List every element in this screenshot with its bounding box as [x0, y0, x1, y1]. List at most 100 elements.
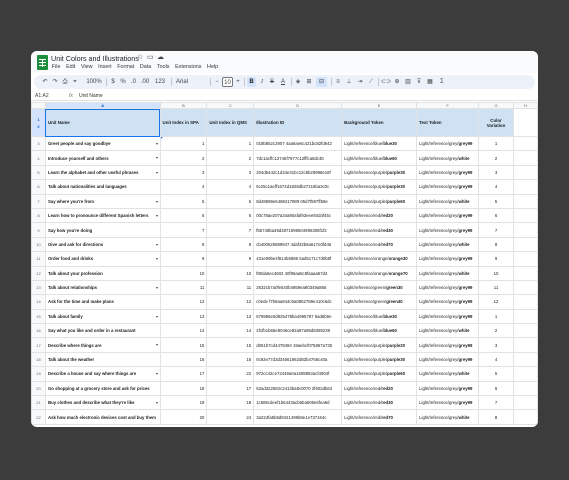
cell-illustration-id[interactable]: f55748ba49d4871999504996308f1f2	[253, 222, 343, 238]
row-header[interactable]: 12	[31, 265, 46, 281]
cell-background-token[interactable]: Light/reference/purple/purple30	[341, 164, 418, 181]
empty-cell[interactable]	[513, 380, 538, 397]
cell-text-token[interactable]: Light/reference/grey/white	[416, 265, 480, 281]
header-cell-text-token[interactable]: Text Token	[416, 108, 480, 137]
cell-background-token[interactable]: Light/reference/blue/blue60	[341, 150, 418, 166]
sheets-logo-icon[interactable]	[37, 55, 48, 70]
borders-icon[interactable]: ⊞	[305, 77, 313, 87]
cell-unit-name[interactable]: Describe where things are	[44, 337, 161, 353]
cell-text-token[interactable]: Light/reference/grey/grey99	[416, 207, 480, 224]
cell-illustration-id[interactable]: c0ede f7b9aa844c9a0862788e410c6dc	[253, 294, 343, 310]
header-cell-unit-index-spa[interactable]: Unit Index in SPA	[159, 108, 208, 137]
cell-background-token[interactable]: Light/reference/blue/blue60	[341, 323, 418, 339]
cell-unit-index-spa[interactable]: 5	[159, 193, 208, 209]
row-header[interactable]: 19	[31, 366, 46, 382]
cell-background-token[interactable]: Light/reference/orange/orange30	[341, 251, 418, 267]
cell-text-token[interactable]: Light/reference/grey/white	[416, 366, 480, 382]
cell-text-token[interactable]: Light/reference/grey/grey99	[416, 179, 480, 195]
row-header[interactable]: 6	[31, 179, 46, 195]
empty-cell[interactable]	[513, 251, 538, 267]
cell-color-variation[interactable]: 6	[478, 207, 514, 224]
cell-unit-index-qms[interactable]: 9	[206, 251, 255, 267]
cell-unit-index-spa[interactable]: 13	[159, 308, 208, 325]
cell-unit-index-spa[interactable]: 6	[159, 207, 208, 224]
cell-unit-index-qms[interactable]: 22	[206, 366, 255, 382]
cell-color-variation[interactable]: 9	[478, 251, 514, 267]
cell-unit-name[interactable]: Talk about nationalities and languages	[44, 179, 161, 195]
font-size-input[interactable]: 10	[222, 77, 233, 87]
paint-format-icon[interactable]: ⌖	[71, 77, 79, 87]
cell-unit-name[interactable]: Buy clothes and describe what they're li…	[44, 395, 161, 411]
cell-illustration-id[interactable]: 4f1fb1b65e8046ce82a87a95d8385239	[253, 323, 343, 339]
cell-unit-index-qms[interactable]: 5	[206, 193, 255, 209]
cell-unit-index-spa[interactable]: 15	[159, 337, 208, 353]
empty-cell[interactable]	[513, 193, 538, 209]
filter-icon[interactable]: ⊽	[415, 77, 423, 87]
decrease-font-size-button[interactable]: −	[214, 77, 220, 87]
cell-unit-index-spa[interactable]: 9	[159, 251, 208, 267]
cell-color-variation[interactable]: 7	[478, 222, 514, 238]
text-wrap-icon[interactable]: ⇥	[356, 77, 364, 87]
cell-unit-name[interactable]: Go shopping at a grocery store and ask f…	[44, 380, 161, 397]
row-header[interactable]: 5	[31, 164, 46, 181]
cell-color-variation[interactable]: 1	[478, 135, 514, 152]
cell-unit-index-spa[interactable]: 10	[159, 265, 208, 281]
header-cell-background-token[interactable]: Background Token	[341, 108, 418, 137]
cell-background-token[interactable]: Light/reference/purple/purple20	[341, 337, 418, 353]
horizontal-align-icon[interactable]: ≡	[334, 77, 342, 87]
empty-cell[interactable]	[513, 308, 538, 325]
cell-illustration-id[interactable]: 679985e0d825478ba4995787 5ad6b9e	[253, 308, 343, 325]
row-header[interactable]: 14	[31, 294, 46, 310]
cell-background-token[interactable]: Light/reference/purple/purple60	[341, 193, 418, 209]
cell-text-token[interactable]: Light/reference/grey/grey99	[416, 222, 480, 238]
strikethrough-button[interactable]: S	[268, 77, 276, 87]
cell-unit-index-spa[interactable]: 8	[159, 236, 208, 253]
decrease-decimals-button[interactable]: .0	[130, 77, 137, 87]
cell-color-variation[interactable]: 3	[478, 337, 514, 353]
empty-cell[interactable]	[513, 323, 538, 339]
cell-color-variation[interactable]: 7	[478, 395, 514, 411]
cell-color-variation[interactable]: 6	[478, 380, 514, 397]
menu-item-extensions[interactable]: Extensions	[172, 64, 204, 70]
cell-text-token[interactable]: Light/reference/grey/grey99	[416, 251, 480, 267]
text-color-button[interactable]: A	[279, 77, 287, 87]
cell-unit-index-spa[interactable]: 12	[159, 294, 208, 310]
number-format-button[interactable]: 123	[154, 77, 166, 87]
empty-cell[interactable]	[513, 222, 538, 238]
cell-text-token[interactable]: Light/reference/grey/grey99	[416, 337, 480, 353]
empty-cell[interactable]	[513, 351, 538, 368]
cell-unit-index-spa[interactable]: 17	[159, 366, 208, 382]
cell-unit-index-spa[interactable]: 19	[159, 395, 208, 411]
cell-unit-index-spa[interactable]: 11	[159, 279, 208, 296]
row-header[interactable]: 12	[31, 108, 46, 137]
cell-background-token[interactable]: Light/reference/red/red20	[341, 207, 418, 224]
cell-illustration-id[interactable]: 018b852c2907 4aa6ae6c421bc82fd642	[253, 135, 343, 152]
cell-text-token[interactable]: Light/reference/grey/white	[416, 193, 480, 209]
cell-background-token[interactable]: Light/reference/purple/purple30	[341, 179, 418, 195]
cell-text-token[interactable]: Light/reference/grey/white	[416, 150, 480, 166]
bold-button[interactable]: B	[247, 77, 256, 87]
row-header[interactable]: 11	[31, 251, 46, 267]
cell-unit-index-qms[interactable]: 14	[206, 323, 255, 339]
cell-unit-name[interactable]: Talk about family	[44, 308, 161, 325]
cell-background-token[interactable]: Light/reference/red/red70	[341, 409, 418, 425]
empty-cell[interactable]	[513, 150, 538, 166]
cell-illustration-id[interactable]: 6c25c1aeff1674d1829db27215ba3c0c	[253, 179, 343, 195]
empty-cell[interactable]	[513, 236, 538, 253]
menu-item-edit[interactable]: Edit	[63, 64, 78, 70]
folder-icon[interactable]: ▭	[147, 54, 154, 62]
cell-illustration-id[interactable]: 431e09be4f814b6888 5ad5171c7d0b8f	[253, 251, 343, 267]
empty-cell[interactable]	[513, 179, 538, 195]
cloud-icon[interactable]: ☁	[157, 54, 164, 62]
header-cell-unit-index-qms[interactable]: Unit Index in QMS	[206, 108, 255, 137]
cell-text-token[interactable]: Light/reference/grey/grey99	[416, 164, 480, 181]
cell-unit-name[interactable]: Introduce yourself and others	[44, 150, 161, 166]
row-header[interactable]: 13	[31, 279, 46, 296]
cell-unit-index-qms[interactable]: 13	[206, 308, 255, 325]
row-header[interactable]: 10	[31, 236, 46, 253]
fill-color-icon[interactable]: ◈	[294, 77, 302, 87]
cell-background-token[interactable]: Light/reference/green/green30	[341, 279, 418, 296]
cell-illustration-id[interactable]: 3a224fa5b8d9421499b8e1e737164c	[253, 409, 343, 425]
row-header[interactable]: 20	[31, 380, 46, 397]
empty-cell[interactable]	[513, 164, 538, 181]
